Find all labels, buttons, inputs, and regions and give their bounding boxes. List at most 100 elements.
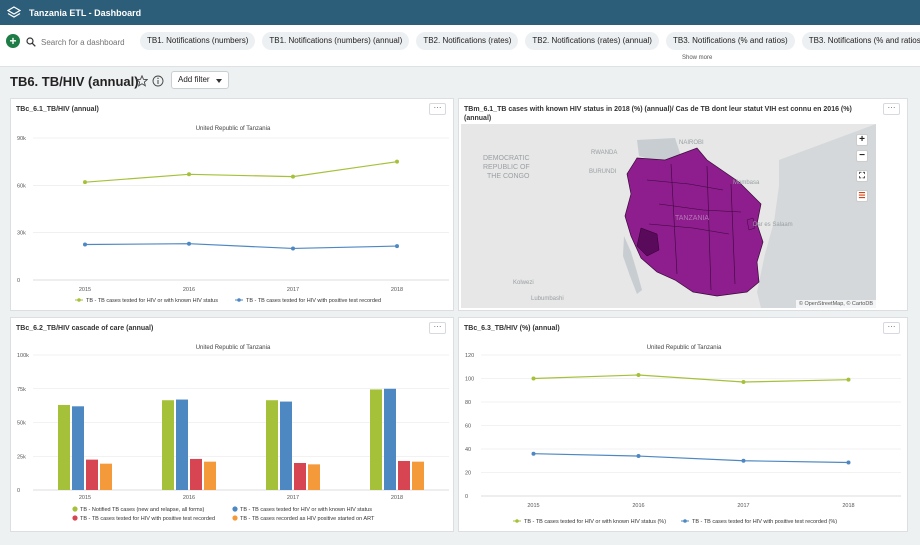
- panel-tb-hiv-percent: TBc_6.3_TB/HIV (%) (annual) ··· United R…: [458, 317, 908, 532]
- legend-label: TB - TB cases tested for HIV with positi…: [80, 516, 215, 522]
- bar: [384, 388, 396, 490]
- zoom-in-button[interactable]: +: [856, 134, 868, 146]
- search-box[interactable]: [26, 34, 138, 50]
- data-point: [291, 246, 295, 251]
- x-tick-label: 2018: [842, 503, 854, 509]
- line-chart-hiv-status: United Republic of Tanzania 0 30k 60k 90k 201…: [17, 126, 449, 304]
- tab-tb2-rates-annual[interactable]: TB2. Notifications (rates) (annual): [525, 32, 659, 50]
- legend-icon[interactable]: ☰: [856, 190, 868, 202]
- y-tick-label: 40: [465, 447, 471, 453]
- map-attribution: © OpenStreetMap, © CartoDB: [795, 300, 876, 308]
- map-label-drc-3: THE CONGO: [487, 173, 530, 180]
- legend-label: TB - TB cases tested for HIV with positi…: [246, 298, 381, 304]
- bar: [86, 459, 98, 490]
- add-dashboard-button[interactable]: +: [6, 34, 20, 48]
- legend-label: TB - TB cases tested for HIV with positi…: [692, 519, 837, 525]
- search-input[interactable]: [41, 37, 136, 47]
- fullscreen-icon[interactable]: ⛶: [856, 170, 868, 182]
- bar: [308, 464, 320, 490]
- legend-marker: [683, 519, 687, 523]
- x-tick-label: 2016: [183, 287, 195, 293]
- x-tick-label: 2015: [79, 495, 91, 501]
- y-tick-label: 75k: [17, 387, 26, 393]
- y-tick-label: 30k: [17, 231, 26, 237]
- x-tick-label: 2015: [527, 503, 539, 509]
- bar: [176, 399, 188, 490]
- map-label-dar: Dar es Salaam: [753, 222, 793, 228]
- panel-map-hiv-status: TBm_6.1_TB cases with known HIV status i…: [458, 98, 908, 311]
- bar: [162, 400, 174, 490]
- star-icon[interactable]: [136, 75, 148, 87]
- legend-marker: [72, 515, 78, 521]
- series-line: [84, 161, 398, 183]
- y-tick-label: 0: [17, 278, 20, 284]
- panel-title: TBm_6.1_TB cases with known HIV status i…: [464, 106, 852, 122]
- line-chart-hiv-percent: United Republic of Tanzania 0 20 40 60 80 100 1…: [465, 345, 901, 525]
- y-tick-label: 20: [465, 471, 471, 477]
- page-title: TB6. TB/HIV (annual): [10, 74, 139, 89]
- series-line: [533, 453, 849, 464]
- map-label-lubumbashi: Lubumbashi: [531, 296, 564, 302]
- top-bar: Tanzania ETL - Dashboard: [0, 0, 920, 25]
- search-icon: [26, 37, 36, 47]
- legend-marker: [232, 506, 238, 512]
- bar: [294, 463, 306, 490]
- legend-label: TB - TB cases recorded as HIV positive s…: [240, 516, 375, 522]
- map-label-rwanda: RWANDA: [591, 150, 617, 156]
- chart-subtitle: United Republic of Tanzania: [196, 345, 271, 351]
- data-point: [187, 241, 191, 246]
- data-point: [636, 454, 641, 459]
- bar: [72, 406, 84, 490]
- data-point: [741, 380, 746, 385]
- tab-tb1-numbers-annual[interactable]: TB1. Notifications (numbers) (annual): [262, 32, 410, 50]
- zoom-out-button[interactable]: −: [856, 150, 868, 162]
- map[interactable]: DEMOCRATIC REPUBLIC OF THE CONGO RWANDA …: [461, 124, 876, 308]
- map-label-drc-2: REPUBLIC OF: [483, 164, 530, 171]
- y-tick-label: 90k: [17, 136, 26, 142]
- y-tick-label: 50k: [17, 421, 26, 427]
- caret-down-icon: [216, 79, 222, 83]
- tab-tb2-rates[interactable]: TB2. Notifications (rates): [416, 32, 519, 50]
- data-point: [395, 244, 399, 249]
- add-filter-button[interactable]: Add filter: [171, 71, 229, 89]
- y-tick-label: 60: [465, 424, 471, 430]
- data-point: [531, 376, 536, 381]
- x-tick-label: 2017: [287, 287, 299, 293]
- data-point: [83, 180, 87, 185]
- bar: [266, 400, 278, 490]
- legend-marker: [77, 298, 81, 302]
- show-more-link[interactable]: Show more: [682, 55, 712, 61]
- bar: [58, 404, 70, 490]
- y-tick-label: 80: [465, 400, 471, 406]
- chart-subtitle: United Republic of Tanzania: [647, 345, 722, 351]
- bar: [190, 458, 202, 490]
- y-tick-label: 100k: [17, 353, 29, 359]
- legend-marker: [232, 515, 238, 521]
- legend-label: TB - TB cases tested for HIV or with kno…: [86, 298, 218, 304]
- map-label-drc: DEMOCRATIC: [483, 155, 530, 162]
- x-tick-label: 2017: [737, 503, 749, 509]
- map-label-mombasa: Mombasa: [733, 180, 760, 186]
- data-point: [187, 172, 191, 177]
- data-point: [83, 242, 87, 247]
- y-tick-label: 120: [465, 353, 474, 359]
- panel-menu-button[interactable]: ···: [883, 103, 900, 115]
- y-tick-label: 100: [465, 377, 474, 383]
- y-tick-label: 0: [465, 494, 468, 500]
- panel-tb-hiv-cascade: TBc_6.2_TB/HIV cascade of care (annual) …: [10, 317, 454, 532]
- y-tick-label: 60k: [17, 183, 26, 189]
- bar: [370, 389, 382, 490]
- tab-tb3-ratios[interactable]: TB3. Notifications (% and ratios): [665, 32, 795, 50]
- map-canvas: DEMOCRATIC REPUBLIC OF THE CONGO RWANDA …: [483, 124, 876, 308]
- layers-logo-icon[interactable]: [7, 5, 21, 20]
- tab-tb3-ratios-annual[interactable]: TB3. Notifications (% and ratios) (annua…: [801, 32, 920, 50]
- tab-tb1-numbers[interactable]: TB1. Notifications (numbers): [140, 32, 256, 50]
- info-icon[interactable]: [152, 75, 164, 87]
- bar: [204, 461, 216, 490]
- x-tick-label: 2015: [79, 287, 91, 293]
- dashboard-tab-bar: + TB1. Notifications (numbers) TB1. Noti…: [0, 25, 920, 67]
- page-header: TB6. TB/HIV (annual) Add filter: [0, 67, 920, 97]
- legend-label: TB - TB cases tested for HIV or with kno…: [524, 519, 666, 525]
- add-filter-label: Add filter: [178, 75, 210, 84]
- dashboard-tabs: TB1. Notifications (numbers) TB1. Notifi…: [140, 32, 920, 50]
